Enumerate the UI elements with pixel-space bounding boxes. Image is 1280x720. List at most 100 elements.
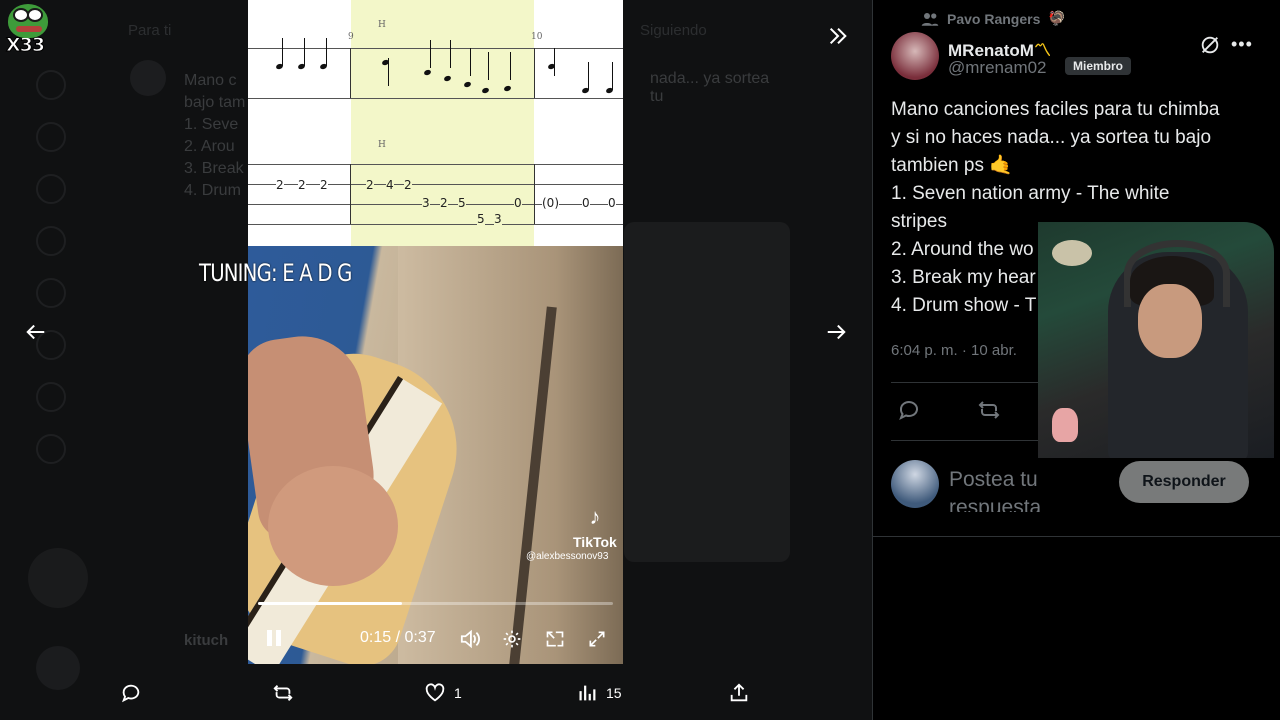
tab-number: 3 — [494, 212, 502, 226]
arrow-left-icon — [26, 324, 45, 340]
tab-number: 5 — [458, 196, 466, 210]
heart-icon — [425, 683, 445, 702]
divider — [873, 536, 1280, 537]
gear-icon — [503, 630, 521, 648]
pig-sticker — [1052, 408, 1078, 442]
bg-compose-button — [28, 548, 88, 608]
collapse-panel-button[interactable] — [822, 20, 854, 52]
tweet-timestamp[interactable]: 6:04 p. m. · 10 abr. — [891, 342, 1017, 359]
tweet-line: 1. Seven nation army - The white — [891, 183, 1170, 204]
tab-number: 2 — [404, 178, 412, 192]
home-icon — [36, 70, 66, 100]
picture-in-picture-icon — [546, 631, 564, 647]
speaker-icon — [460, 629, 480, 649]
grok-nav-icon — [36, 278, 66, 308]
pip-button[interactable] — [544, 628, 566, 650]
author-avatar[interactable] — [891, 32, 939, 80]
tweet-line: Mano canciones faciles para tu chimba — [891, 99, 1220, 120]
share-icon — [730, 683, 748, 702]
sheet-music: 9 10 H H 2 2 2 2 4 2 5 3 2 5 3 0 (0) 0 0 — [248, 0, 623, 246]
tweet-line: y si no haces nada... ya sortea tu bajo — [891, 127, 1212, 148]
bg-avatar — [130, 60, 166, 96]
community-icon — [921, 12, 939, 26]
current-user-avatar — [891, 460, 939, 508]
pause-button[interactable] — [262, 626, 286, 650]
repost-action[interactable] — [272, 680, 294, 706]
views-icon — [579, 685, 596, 701]
repost-icon — [978, 401, 1000, 419]
video-progress-bar[interactable] — [258, 602, 613, 605]
more-nav-icon — [36, 434, 66, 464]
bg-tweet-text-right: nada... ya sortea tu — [650, 70, 770, 105]
volume-button[interactable] — [458, 628, 482, 650]
panel-reply-button[interactable] — [897, 398, 923, 424]
reply-action[interactable] — [120, 680, 142, 706]
reply-submit-button[interactable]: Responder — [1119, 461, 1249, 503]
views-count: 15 — [606, 685, 622, 701]
fullscreen-button[interactable] — [586, 628, 608, 650]
author-handle[interactable]: @mrenam02 — [948, 58, 1047, 78]
tab-number: 2 — [320, 178, 328, 192]
hammer-mark: H — [378, 140, 386, 150]
reply-icon — [899, 401, 918, 421]
community-label[interactable]: Pavo Rangers 🦃 — [921, 10, 1066, 27]
tab-number: 2 — [276, 178, 284, 192]
reply-placeholder-line: respuesta — [949, 496, 1042, 512]
member-badge: Miembro — [1065, 57, 1132, 75]
streamer-webcam — [1038, 222, 1274, 458]
bg-media-card — [624, 222, 790, 562]
bg-account-avatar — [36, 646, 80, 690]
share-action[interactable] — [728, 680, 750, 706]
tab-number: 3 — [422, 196, 430, 210]
ellipsis-icon: ••• — [1231, 34, 1253, 54]
settings-button[interactable] — [501, 628, 523, 650]
tab-number: 4 — [386, 178, 394, 192]
frog-icon — [8, 4, 48, 38]
measure-number: 9 — [348, 32, 354, 42]
repost-icon — [273, 685, 293, 701]
tab-number: (0) — [542, 196, 559, 210]
next-media-button[interactable] — [820, 316, 852, 348]
reply-icon — [121, 684, 140, 703]
video-time: 0:15 / 0:37 — [360, 629, 436, 647]
bg-sidebar-nav — [36, 70, 80, 464]
search-icon — [36, 122, 66, 152]
tab-number: 2 — [298, 178, 306, 192]
like-action[interactable]: 1 — [424, 680, 462, 706]
arrow-right-icon — [827, 324, 846, 340]
stream-logo: X33 — [6, 4, 50, 62]
current-time: 0:15 — [360, 629, 392, 646]
video-player[interactable]: 9 10 H H 2 2 2 2 4 2 5 3 2 5 3 0 (0) 0 0 — [248, 0, 623, 664]
panel-repost-button[interactable] — [977, 398, 1003, 424]
bg-tab-following: Siguiendo — [640, 22, 707, 39]
bg-username: kituch — [184, 632, 229, 649]
tab-number: 0 — [582, 196, 590, 210]
time-separator: / — [391, 629, 405, 646]
tiktok-icon: ♪ — [589, 504, 601, 529]
more-options-button[interactable]: ••• — [1231, 34, 1253, 56]
microphone — [1052, 240, 1092, 266]
tab-number: 0 — [514, 196, 522, 210]
duration: 0:37 — [404, 629, 436, 646]
double-chevron-right-icon — [829, 27, 847, 45]
tiktok-label: TikTok — [573, 534, 617, 550]
notifications-icon — [36, 174, 66, 204]
grok-button[interactable] — [1199, 34, 1221, 56]
bg-tab-for-you: Para ti — [128, 22, 172, 39]
streamer-face — [1138, 284, 1202, 358]
profile-icon — [36, 382, 66, 412]
turkey-emoji-icon: 🦃 — [1048, 10, 1066, 26]
reply-placeholder-line: Postea tu — [949, 468, 1038, 491]
previous-media-button[interactable] — [20, 316, 52, 348]
messages-icon — [36, 226, 66, 256]
tiktok-handle: @alexbessonov93 — [526, 551, 609, 562]
views-action[interactable]: 15 — [576, 680, 622, 706]
video-progress-fill — [258, 602, 402, 605]
tab-number: 5 — [477, 212, 485, 226]
measure-number: 10 — [531, 32, 543, 42]
tab-number: 2 — [366, 178, 374, 192]
community-name: Pavo Rangers — [947, 10, 1041, 27]
fullscreen-icon — [589, 631, 605, 647]
tuning-caption: TUNING: E A D G — [199, 259, 352, 287]
reply-input[interactable]: Postea tu respuesta — [949, 466, 1119, 512]
